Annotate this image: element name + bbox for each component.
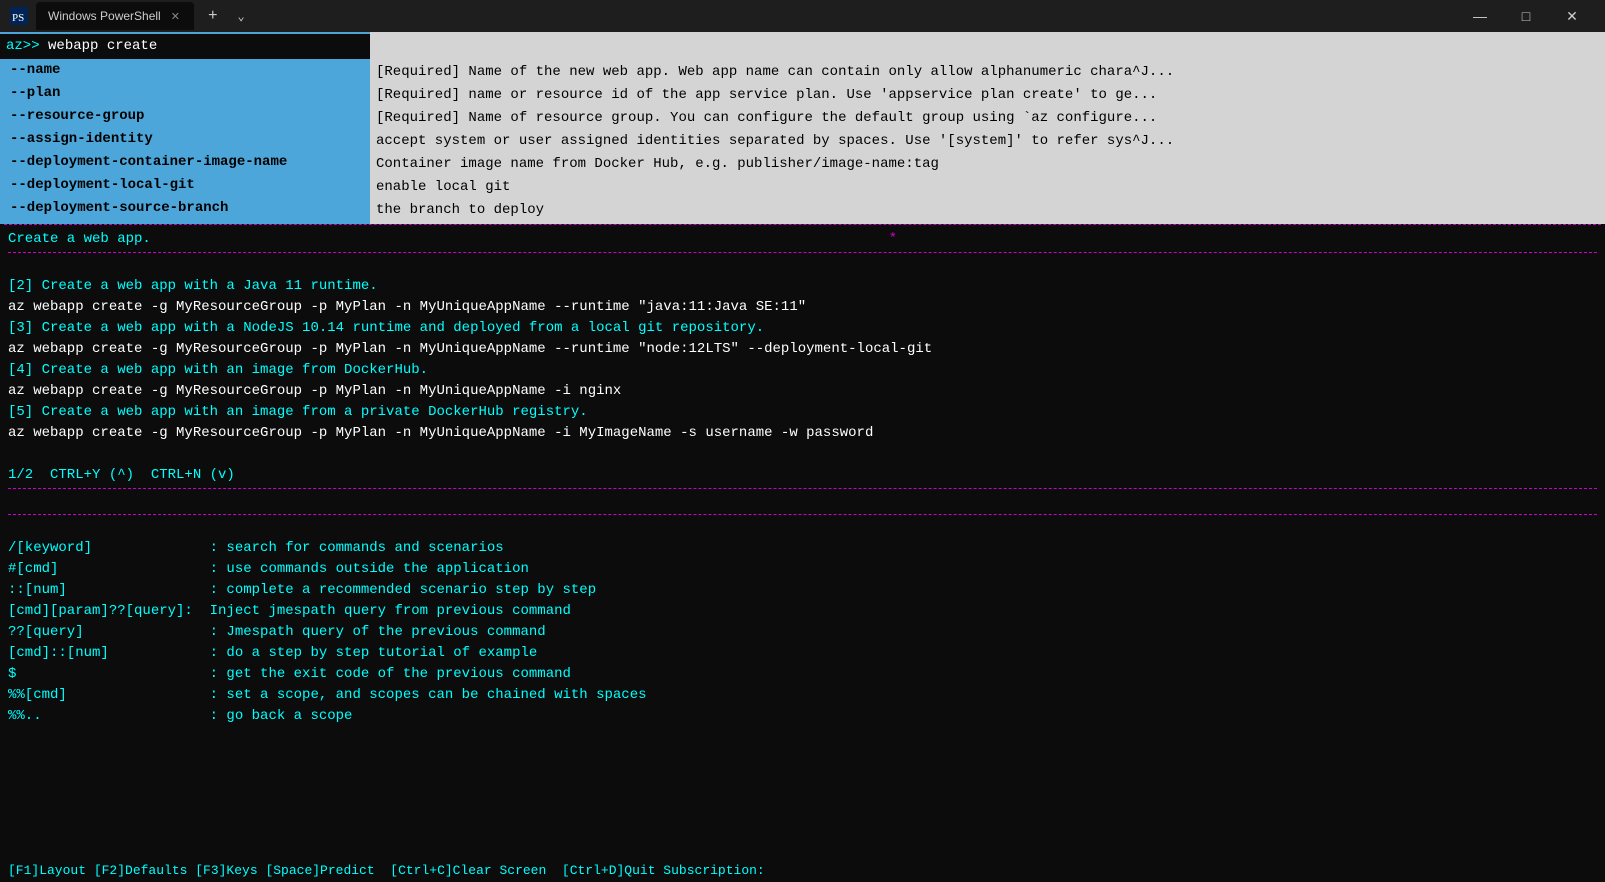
prompt-symbol: az>>: [6, 38, 40, 54]
main-content: Create a web app. * [2] Create a web app…: [0, 225, 1605, 859]
autocomplete-item-2[interactable]: --resource-group: [0, 105, 370, 128]
separator-mid: [8, 488, 1597, 489]
separator-bottom: [8, 514, 1597, 515]
help-scope: %%[cmd] : set a scope, and scopes can be…: [8, 685, 1597, 706]
bottom-bar: [F1]Layout [F2]Defaults [F3]Keys [Space]…: [0, 859, 1605, 882]
blank-line-1: [8, 255, 1597, 276]
autocomplete-left-panel: az>> webapp create --name --plan --resou…: [0, 32, 370, 224]
autocomplete-desc-5: enable local git: [376, 176, 1599, 199]
pagination-line: 1/2 CTRL+Y (^) CTRL+N (v): [8, 465, 1597, 486]
svg-text:PS: PS: [12, 12, 24, 24]
autocomplete-item-3[interactable]: --assign-identity: [0, 128, 370, 151]
autocomplete-item-6[interactable]: --deployment-source-branch: [0, 197, 370, 220]
example-4-cmd: az webapp create -g MyResourceGroup -p M…: [8, 381, 1597, 402]
help-jmespath: [cmd][param]??[query]: Inject jmespath q…: [8, 601, 1597, 622]
example-2-label: [2] Create a web app with a Java 11 runt…: [8, 276, 1597, 297]
help-keyword: /[keyword] : search for commands and sce…: [8, 538, 1597, 559]
separator-after-header: [8, 252, 1597, 253]
prompt-command: webapp create: [40, 38, 158, 54]
maximize-button[interactable]: □: [1503, 0, 1549, 32]
autocomplete-desc-0: [Required] Name of the new web app. Web …: [376, 61, 1599, 84]
autocomplete-desc-4: Container image name from Docker Hub, e.…: [376, 153, 1599, 176]
blank-line-3: [8, 491, 1597, 512]
example-5-cmd: az webapp create -g MyResourceGroup -p M…: [8, 423, 1597, 444]
terminal: az>> webapp create --name --plan --resou…: [0, 32, 1605, 882]
autocomplete-item-4[interactable]: --deployment-container-image-name: [0, 151, 370, 174]
help-back: %%.. : go back a scope: [8, 706, 1597, 727]
tab-powershell[interactable]: Windows PowerShell ✕: [36, 2, 194, 30]
app-icon: PS: [10, 7, 28, 25]
autocomplete-item-1[interactable]: --plan: [0, 82, 370, 105]
example-3-cmd: az webapp create -g MyResourceGroup -p M…: [8, 339, 1597, 360]
example-3-label: [3] Create a web app with a NodeJS 10.14…: [8, 318, 1597, 339]
example-4-label: [4] Create a web app with an image from …: [8, 360, 1597, 381]
autocomplete-right-panel: [Required] Name of the new web app. Web …: [370, 32, 1605, 224]
create-webapp-label: Create a web app.: [8, 229, 151, 250]
blank-line-2: [8, 444, 1597, 465]
tab-label: Windows PowerShell: [48, 9, 161, 23]
blank-line-4: [8, 517, 1597, 538]
tab-dropdown-button[interactable]: ⌄: [232, 9, 251, 24]
help-tutorial: [cmd]::[num] : do a step by step tutoria…: [8, 643, 1597, 664]
close-button[interactable]: ✕: [1549, 0, 1595, 32]
minimize-button[interactable]: —: [1457, 0, 1503, 32]
tab-add-button[interactable]: +: [202, 7, 224, 25]
help-cmd: #[cmd] : use commands outside the applic…: [8, 559, 1597, 580]
help-exit: $ : get the exit code of the previous co…: [8, 664, 1597, 685]
titlebar: PS Windows PowerShell ✕ + ⌄ — □ ✕: [0, 0, 1605, 32]
prompt-row: az>> webapp create: [0, 34, 370, 59]
example-5-label: [5] Create a web app with an image from …: [8, 402, 1597, 423]
star-symbol: *: [889, 229, 897, 250]
example-2-cmd: az webapp create -g MyResourceGroup -p M…: [8, 297, 1597, 318]
autocomplete-desc-3: accept system or user assigned identitie…: [376, 130, 1599, 153]
autocomplete-desc-1: [Required] name or resource id of the ap…: [376, 84, 1599, 107]
autocomplete-item-0[interactable]: --name: [0, 59, 370, 82]
help-query: ??[query] : Jmespath query of the previo…: [8, 622, 1597, 643]
window-controls: — □ ✕: [1457, 0, 1595, 32]
autocomplete-desc-6: the branch to deploy: [376, 199, 1599, 222]
autocomplete-item-5[interactable]: --deployment-local-git: [0, 174, 370, 197]
header-line: Create a web app. *: [8, 229, 1597, 250]
tab-close-button[interactable]: ✕: [169, 10, 182, 23]
autocomplete-desc-2: [Required] Name of resource group. You c…: [376, 107, 1599, 130]
autocomplete-panel: az>> webapp create --name --plan --resou…: [0, 32, 1605, 224]
help-num: ::[num] : complete a recommended scenari…: [8, 580, 1597, 601]
